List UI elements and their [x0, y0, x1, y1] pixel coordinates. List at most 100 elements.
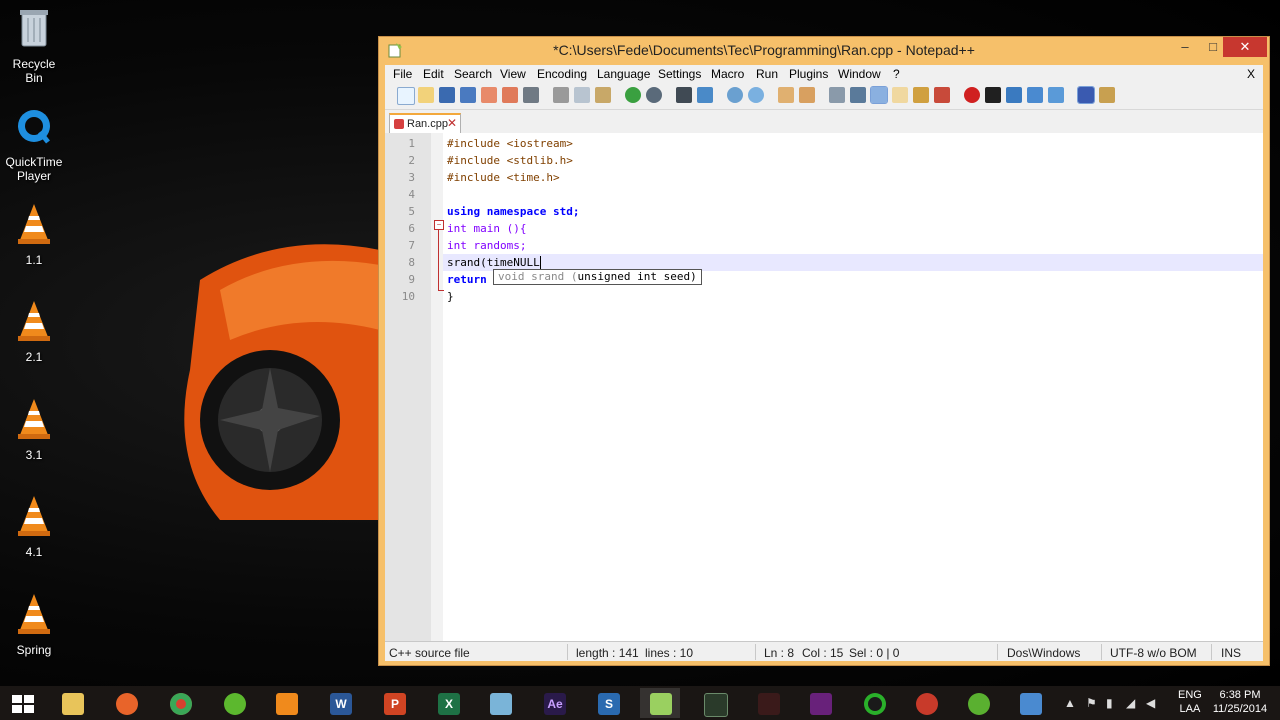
- fold-collapse-icon[interactable]: −: [434, 220, 444, 230]
- sync-vertical-icon[interactable]: [778, 87, 794, 103]
- stop-macro-icon[interactable]: [985, 87, 1001, 103]
- taskbar-spotify[interactable]: [214, 688, 254, 718]
- close-document-button[interactable]: X: [1247, 67, 1255, 81]
- taskbar-ccleaner[interactable]: [906, 688, 946, 718]
- desktop-icon-2-1[interactable]: 2.1: [4, 299, 64, 364]
- firefox-icon: [116, 693, 138, 715]
- taskbar-word[interactable]: W: [320, 688, 360, 718]
- desktop-icon-3-1[interactable]: 3.1: [4, 397, 64, 462]
- fold-margin: [431, 133, 443, 641]
- play-macro-icon[interactable]: [1006, 87, 1022, 103]
- status-sel: Sel : 0 | 0: [849, 646, 900, 660]
- taskbar-firefox[interactable]: [106, 688, 146, 718]
- desktop-icon-quicktime[interactable]: QuickTime Player: [4, 104, 64, 183]
- menu-search[interactable]: Search: [454, 67, 492, 81]
- code-text: srand(timeNULL: [447, 256, 540, 269]
- desktop-icon-recycle-bin[interactable]: Recycle Bin: [4, 6, 64, 85]
- status-separator: [997, 644, 998, 660]
- taskbar-network-app[interactable]: [1010, 688, 1050, 718]
- tray-volume-icon[interactable]: ◀: [1146, 696, 1155, 710]
- sync-horizontal-icon[interactable]: [799, 87, 815, 103]
- menu-edit[interactable]: Edit: [423, 67, 444, 81]
- window-title: *C:\Users\Fede\Documents\Tec\Programming…: [553, 42, 975, 58]
- folder-as-workspace-icon[interactable]: [892, 87, 908, 103]
- taskbar-app-dice[interactable]: [748, 688, 788, 718]
- desktop-icon-1-1[interactable]: 1.1: [4, 202, 64, 267]
- tab-label: Ran.cpp: [407, 118, 448, 130]
- menu-settings[interactable]: Settings: [658, 67, 701, 81]
- function-list-icon[interactable]: [934, 87, 950, 103]
- spell-check-settings-icon[interactable]: [1099, 87, 1115, 103]
- menu-macro[interactable]: Macro: [711, 67, 744, 81]
- run-macro-multiple-icon[interactable]: [1027, 87, 1043, 103]
- tray-action-center-icon[interactable]: ⚑: [1086, 696, 1097, 710]
- menu-window[interactable]: Window: [838, 67, 881, 81]
- save-all-icon[interactable]: [460, 87, 476, 103]
- taskbar-utorrent[interactable]: [958, 688, 998, 718]
- menu-run[interactable]: Run: [756, 67, 778, 81]
- taskbar-app-green-ring[interactable]: [854, 688, 894, 718]
- tray-language[interactable]: ENG LAA: [1178, 688, 1202, 716]
- code-text: int randoms;: [447, 239, 527, 252]
- new-file-icon[interactable]: [397, 87, 415, 105]
- taskbar-after-effects[interactable]: Ae: [534, 688, 574, 718]
- undo-icon[interactable]: [625, 87, 641, 103]
- tab-close-icon[interactable]: ✕: [447, 116, 457, 130]
- taskbar-excel[interactable]: X: [428, 688, 468, 718]
- menu-file[interactable]: File: [393, 67, 412, 81]
- tray-show-hidden-icon[interactable]: ▲: [1064, 696, 1076, 710]
- open-file-icon[interactable]: [418, 87, 434, 103]
- status-encoding: UTF-8 w/o BOM: [1110, 646, 1197, 660]
- paste-icon[interactable]: [595, 87, 611, 103]
- desktop-icon-spring[interactable]: Spring: [4, 592, 64, 657]
- taskbar-terminal[interactable]: [694, 688, 734, 718]
- taskbar-file-explorer[interactable]: [52, 688, 92, 718]
- menu-help[interactable]: ?: [893, 67, 900, 81]
- taskbar-powerpoint[interactable]: P: [374, 688, 414, 718]
- redo-icon[interactable]: [646, 87, 662, 103]
- close-button[interactable]: ✕: [1223, 37, 1267, 57]
- code-line: srand(timeNULL​: [447, 256, 541, 269]
- word-wrap-icon[interactable]: [829, 87, 845, 103]
- taskbar: W P X Ae S ▲ ⚑ ▮ ◢ ◀ ENG LAA 6:38 PM 11/…: [0, 686, 1280, 720]
- taskbar-app-blue[interactable]: [480, 688, 520, 718]
- minimize-button[interactable]: –: [1171, 37, 1199, 57]
- windows-start-icon[interactable]: [10, 694, 36, 714]
- title-bar[interactable]: *C:\Users\Fede\Documents\Tec\Programming…: [379, 37, 1269, 63]
- taskbar-chrome[interactable]: [160, 688, 200, 718]
- show-all-characters-icon[interactable]: [850, 87, 866, 103]
- desktop-icon-4-1[interactable]: 4.1: [4, 494, 64, 559]
- menu-plugins[interactable]: Plugins: [789, 67, 828, 81]
- tray-power-icon[interactable]: ▮: [1106, 696, 1113, 710]
- copy-icon[interactable]: [574, 87, 590, 103]
- taskbar-visual-studio[interactable]: [800, 688, 840, 718]
- recycle-bin-icon: [20, 10, 48, 47]
- zoom-out-icon[interactable]: [748, 87, 764, 103]
- record-macro-icon[interactable]: [964, 87, 980, 103]
- menu-view[interactable]: View: [500, 67, 526, 81]
- find-icon[interactable]: [676, 87, 692, 103]
- taskbar-notepad-plus-plus[interactable]: [640, 688, 680, 718]
- code-text: using namespace std;: [447, 205, 580, 218]
- zoom-in-icon[interactable]: [727, 87, 743, 103]
- spell-check-icon[interactable]: [1077, 86, 1095, 104]
- code-editor[interactable]: 1 2 3 4 5 6 7 8 9 10 − #include <iostrea…: [385, 133, 1263, 641]
- print-icon[interactable]: [523, 87, 539, 103]
- taskbar-snagit[interactable]: S: [588, 688, 628, 718]
- menu-language[interactable]: Language: [597, 67, 650, 81]
- indent-guide-icon[interactable]: [870, 86, 888, 104]
- tray-network-icon[interactable]: ◢: [1126, 696, 1135, 710]
- tray-clock[interactable]: 6:38 PM 11/25/2014: [1208, 688, 1272, 716]
- save-macro-icon[interactable]: [1048, 87, 1064, 103]
- doc-map-icon[interactable]: [913, 87, 929, 103]
- close-all-icon[interactable]: [502, 87, 518, 103]
- line-number: 1: [408, 137, 415, 150]
- code-line: #include <time.h>: [447, 171, 560, 184]
- taskbar-vlc[interactable]: [266, 688, 306, 718]
- tab-ran-cpp[interactable]: Ran.cpp ✕: [389, 113, 461, 133]
- replace-icon[interactable]: [697, 87, 713, 103]
- save-icon[interactable]: [439, 87, 455, 103]
- menu-encoding[interactable]: Encoding: [537, 67, 587, 81]
- close-file-icon[interactable]: [481, 87, 497, 103]
- cut-icon[interactable]: [553, 87, 569, 103]
